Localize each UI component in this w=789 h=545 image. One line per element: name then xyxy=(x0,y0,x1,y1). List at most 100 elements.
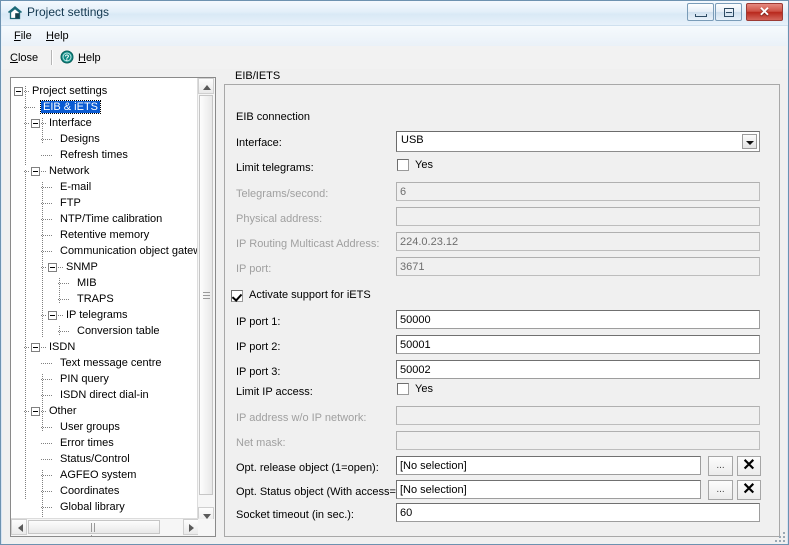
tree-item-label: Designs xyxy=(60,133,100,145)
close-button[interactable]: Close xyxy=(10,50,38,66)
tree-item-coordinates[interactable]: Coordinates xyxy=(58,483,121,499)
limit-ip-access-checkbox[interactable] xyxy=(397,383,409,395)
close-icon: ✕ xyxy=(759,4,770,19)
resize-grip-icon[interactable] xyxy=(773,530,785,542)
tree-item-label: NTP/Time calibration xyxy=(60,213,163,225)
tree-connector xyxy=(42,470,43,523)
title-bar: Project settings ✕ xyxy=(1,1,788,26)
close-window-button[interactable]: ✕ xyxy=(746,3,783,21)
socket-timeout-input[interactable]: 60 xyxy=(396,503,760,522)
tree-item-text-message-centre[interactable]: Text message centre xyxy=(58,355,164,371)
help-button[interactable]: Help xyxy=(78,50,101,66)
tree-connector xyxy=(24,171,30,172)
ip-port-1-input[interactable]: 50000 xyxy=(396,310,760,329)
tree-expander-collapse[interactable] xyxy=(14,87,23,96)
tree-item-error-times[interactable]: Error times xyxy=(58,435,116,451)
tree-connector xyxy=(58,299,70,300)
tree-item-traps[interactable]: TRAPS xyxy=(75,291,116,307)
question-mark-icon: ? xyxy=(60,50,74,64)
ip-port-3-input[interactable]: 50002 xyxy=(396,360,760,379)
tree-item-network[interactable]: Network xyxy=(47,163,91,179)
tree-horizontal-scrollbar[interactable] xyxy=(11,518,199,536)
tree-connector xyxy=(24,91,29,92)
opt-status-object-input[interactable]: [No selection] xyxy=(396,480,701,499)
chevron-left-icon xyxy=(18,524,23,532)
tree-item-snmp[interactable]: SNMP xyxy=(64,259,100,275)
settings-panel: EIB/IETS EIB connection Interface: USB L… xyxy=(224,70,780,537)
scroll-left-button[interactable] xyxy=(11,519,27,535)
tree-item-isdn[interactable]: ISDN xyxy=(47,339,77,355)
ip-port-label: IP port: xyxy=(236,263,272,275)
opt-status-object-browse-button[interactable]: ... xyxy=(708,480,733,500)
tree-item-agfeo-system[interactable]: AGFEO system xyxy=(58,467,138,483)
tree-item-designs[interactable]: Designs xyxy=(58,131,102,147)
menu-bar: File Help xyxy=(2,26,787,47)
menu-item-help[interactable]: Help xyxy=(40,29,75,44)
chevron-down-icon[interactable] xyxy=(742,134,757,149)
settings-tree[interactable]: Project settings EIB & iETS Interface Desig… xyxy=(10,77,216,537)
tree-expander-collapse[interactable] xyxy=(31,343,40,352)
tree-connector xyxy=(41,395,53,396)
ip-port-2-input[interactable]: 50001 xyxy=(396,335,760,354)
tree-expander-collapse[interactable] xyxy=(31,119,40,128)
tree-item-other[interactable]: Other xyxy=(47,403,79,419)
project-settings-window: Project settings ✕ File Help Close ? Hel… xyxy=(0,0,789,545)
tree-item-communication-object-gateway[interactable]: Communication object gateway xyxy=(58,243,199,259)
opt-status-object-clear-button[interactable]: ✕ xyxy=(737,480,761,500)
ip-routing-multicast-address-input: 224.0.23.12 xyxy=(396,232,760,251)
scrollbar-corner xyxy=(198,519,215,536)
tree-connector xyxy=(58,315,63,316)
tree-item-ntp-time-calibration[interactable]: NTP/Time calibration xyxy=(58,211,164,227)
tree-item-global-library[interactable]: Global library xyxy=(58,499,127,515)
tree-item-user-groups[interactable]: User groups xyxy=(58,419,122,435)
maximize-button[interactable] xyxy=(715,3,742,21)
tree-expander-collapse[interactable] xyxy=(48,311,57,320)
tree-connector xyxy=(41,363,53,364)
tree-connector xyxy=(41,139,53,140)
tree-expander-collapse[interactable] xyxy=(31,167,40,176)
tree-connector xyxy=(41,171,46,172)
scroll-up-button[interactable] xyxy=(198,78,214,94)
tree-item-refresh-times[interactable]: Refresh times xyxy=(58,147,130,163)
tree-item-ftp[interactable]: FTP xyxy=(58,195,83,211)
interface-select[interactable]: USB xyxy=(396,131,760,152)
tree-connector xyxy=(41,427,53,428)
tree-connector xyxy=(41,347,46,348)
tree-item-project-settings[interactable]: Project settings xyxy=(30,83,109,99)
tree-item-label: Project settings xyxy=(32,85,108,97)
telegrams-per-second-input: 6 xyxy=(396,182,760,201)
tree-expander-collapse[interactable] xyxy=(48,263,57,272)
opt-release-object-input[interactable]: [No selection] xyxy=(396,456,701,475)
tree-item-mib[interactable]: MIB xyxy=(75,275,99,291)
tree-vertical-scrollbar[interactable] xyxy=(197,78,215,523)
tree-connector xyxy=(25,86,26,166)
tree-item-isdn-direct-dial-in[interactable]: ISDN direct dial-in xyxy=(58,387,151,403)
tree-item-label: Communication object gateway xyxy=(60,245,199,257)
tree-item-eib-iets[interactable]: EIB & iETS xyxy=(39,99,102,115)
tree-item-label: Retentive memory xyxy=(60,229,150,241)
ip-port-1-label: IP port 1: xyxy=(236,316,281,328)
scroll-thumb-vertical[interactable] xyxy=(199,95,213,495)
tree-item-retentive-memory[interactable]: Retentive memory xyxy=(58,227,151,243)
tree-item-pin-query[interactable]: PIN query xyxy=(58,371,111,387)
opt-release-object-clear-button[interactable]: ✕ xyxy=(737,456,761,476)
opt-release-object-browse-button[interactable]: ... xyxy=(708,456,733,476)
tree-connector xyxy=(58,331,70,332)
activate-iets-checkbox[interactable] xyxy=(231,290,243,302)
scroll-thumb-horizontal[interactable] xyxy=(28,520,160,536)
tree-item-e-mail[interactable]: E-mail xyxy=(58,179,93,195)
limit-telegrams-checkbox[interactable] xyxy=(397,159,409,171)
tree-connector xyxy=(58,283,70,284)
menu-item-file[interactable]: File xyxy=(8,29,38,44)
tree-item-interface[interactable]: Interface xyxy=(47,115,94,131)
tree-item-label: Status/Control xyxy=(60,453,130,465)
tree-item-label: ISDN direct dial-in xyxy=(60,389,149,401)
tree-item-conversion-table[interactable]: Conversion table xyxy=(75,323,162,339)
tree-item-ip-telegrams[interactable]: IP telegrams xyxy=(64,307,130,323)
ip-port-2-label: IP port 2: xyxy=(236,341,281,353)
tree-item-status-control[interactable]: Status/Control xyxy=(58,451,132,467)
tree-expander-collapse[interactable] xyxy=(31,407,40,416)
minimize-button[interactable] xyxy=(687,3,714,21)
scroll-right-button[interactable] xyxy=(183,519,199,535)
tree-item-label: Refresh times xyxy=(60,149,128,161)
